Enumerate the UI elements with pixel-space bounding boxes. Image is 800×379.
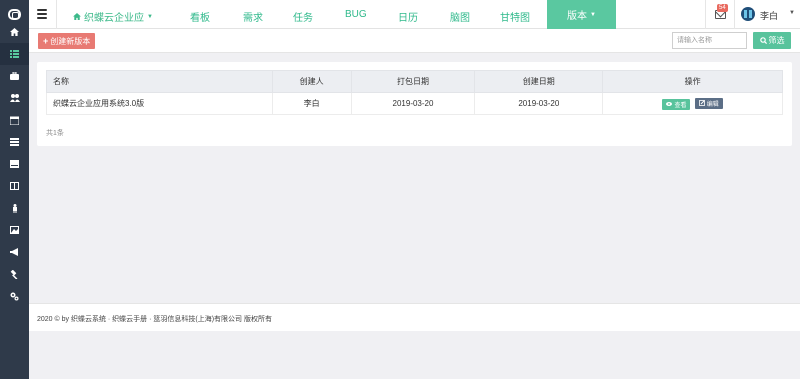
users-icon bbox=[9, 94, 20, 102]
filter-label: 筛选 bbox=[768, 36, 785, 45]
calendar-icon bbox=[10, 116, 19, 125]
cell-pack-date: 2019-03-20 bbox=[350, 92, 476, 115]
footer-text: 2020 © by 织蝶云系统 · 织蝶云手册 · 篮羽信息科技(上海)有限公司… bbox=[37, 316, 273, 323]
sidebar-item-list[interactable] bbox=[0, 43, 29, 65]
sidebar-item-server[interactable] bbox=[0, 131, 29, 153]
versions-table: 名称 创建人 打包日期 创建日期 操作 织蝶云企业应用系统3.0版 李白 201… bbox=[46, 70, 783, 115]
cell-actions: 查看 编辑 bbox=[602, 92, 783, 115]
footer: 2020 © by 织蝶云系统 · 织蝶云手册 · 篮羽信息科技(上海)有限公司… bbox=[29, 303, 800, 331]
cell-creator: 李白 bbox=[271, 92, 352, 115]
table-row: 织蝶云企业应用系统3.0版 李白 2019-03-20 2019-03-20 查… bbox=[46, 92, 783, 115]
cell-version-name: 织蝶云企业应用系统3.0版 bbox=[46, 92, 273, 115]
project-selector[interactable]: 织蝶云企业应 ▼ bbox=[73, 9, 153, 24]
plus-icon: + bbox=[43, 36, 49, 46]
nav-item-versions[interactable]: 版本 ▼ bbox=[547, 0, 616, 29]
chevron-down-icon: ▼ bbox=[590, 11, 596, 18]
book-icon bbox=[10, 160, 19, 168]
nav-item-bug[interactable]: BUG bbox=[345, 9, 367, 20]
columns-icon bbox=[10, 182, 19, 190]
create-version-button[interactable]: + 创建新版本 bbox=[38, 33, 96, 49]
cogs-icon bbox=[10, 292, 19, 300]
person-icon bbox=[12, 203, 17, 213]
project-name: 织蝶云企业应 bbox=[84, 13, 144, 24]
sidebar-item-person[interactable] bbox=[0, 197, 29, 219]
nav-item-versions-label: 版本 bbox=[567, 11, 588, 22]
sidebar-item-home[interactable] bbox=[0, 21, 29, 43]
chevron-down-icon[interactable]: ▼ bbox=[789, 10, 795, 16]
sidebar-item-briefcase[interactable] bbox=[0, 65, 29, 87]
nav-item-calendar[interactable]: 日历 bbox=[398, 9, 418, 24]
server-icon bbox=[10, 138, 19, 146]
sidebar-item-users[interactable] bbox=[0, 87, 29, 109]
sidebar-item-cogs[interactable] bbox=[0, 285, 29, 307]
sidebar-item-columns[interactable] bbox=[0, 175, 29, 197]
divider bbox=[56, 0, 57, 29]
column-header-actions: 操作 bbox=[602, 70, 783, 93]
nav-item-requirements[interactable]: 需求 bbox=[243, 9, 263, 24]
column-header-creator[interactable]: 创建人 bbox=[271, 70, 352, 93]
menu-toggle-icon[interactable] bbox=[37, 9, 47, 19]
column-header-pack-date[interactable]: 打包日期 bbox=[350, 70, 476, 93]
sidebar-item-calendar[interactable] bbox=[0, 109, 29, 131]
mail-badge: 54 bbox=[717, 4, 728, 12]
sidebar bbox=[0, 0, 29, 379]
list-icon bbox=[10, 50, 19, 58]
edit-label: 编辑 bbox=[706, 101, 719, 108]
view-button[interactable]: 查看 bbox=[662, 98, 691, 110]
chevron-down-icon: ▼ bbox=[147, 13, 153, 20]
briefcase-icon bbox=[10, 72, 19, 80]
home-icon bbox=[73, 13, 81, 20]
table-header-row: 名称 创建人 打包日期 创建日期 操作 bbox=[46, 70, 783, 93]
search-input[interactable] bbox=[672, 32, 747, 49]
edit-button[interactable]: 编辑 bbox=[694, 97, 723, 109]
eye-icon bbox=[666, 102, 673, 106]
nav-item-board[interactable]: 看板 bbox=[190, 9, 210, 24]
bullhorn-icon bbox=[10, 248, 18, 256]
sidebar-item-book[interactable] bbox=[0, 153, 29, 175]
divider bbox=[734, 0, 735, 29]
total-count: 共1条 bbox=[46, 130, 64, 137]
create-version-label: 创建新版本 bbox=[50, 36, 91, 46]
gavel-icon bbox=[10, 269, 18, 279]
sidebar-item-image[interactable] bbox=[0, 219, 29, 241]
nav-item-tasks[interactable]: 任务 bbox=[293, 9, 313, 24]
versions-panel: 名称 创建人 打包日期 创建日期 操作 织蝶云企业应用系统3.0版 李白 201… bbox=[37, 62, 792, 146]
edit-icon bbox=[698, 100, 705, 106]
nav-item-mindmap[interactable]: 脑图 bbox=[450, 9, 470, 24]
image-icon bbox=[10, 226, 19, 234]
home-icon bbox=[10, 28, 19, 36]
user-name[interactable]: 李白 bbox=[760, 9, 778, 22]
avatar[interactable] bbox=[741, 7, 755, 21]
sidebar-item-gavel[interactable] bbox=[0, 263, 29, 285]
sidebar-item-bullhorn[interactable] bbox=[0, 241, 29, 263]
toolbar: + 创建新版本 筛选 bbox=[29, 29, 800, 53]
divider bbox=[705, 0, 706, 29]
column-header-name[interactable]: 名称 bbox=[46, 70, 273, 93]
search-icon bbox=[759, 37, 767, 44]
filter-button[interactable]: 筛选 bbox=[753, 32, 791, 49]
view-label: 查看 bbox=[674, 102, 687, 109]
nav-item-gantt[interactable]: 甘特图 bbox=[500, 9, 530, 24]
column-header-created-date[interactable]: 创建日期 bbox=[474, 70, 604, 93]
cell-created-date: 2019-03-20 bbox=[474, 92, 604, 115]
top-header: 织蝶云企业应 ▼ 看板 需求 任务 BUG 日历 脑图 甘特图 版本 ▼ 54 … bbox=[29, 0, 800, 29]
